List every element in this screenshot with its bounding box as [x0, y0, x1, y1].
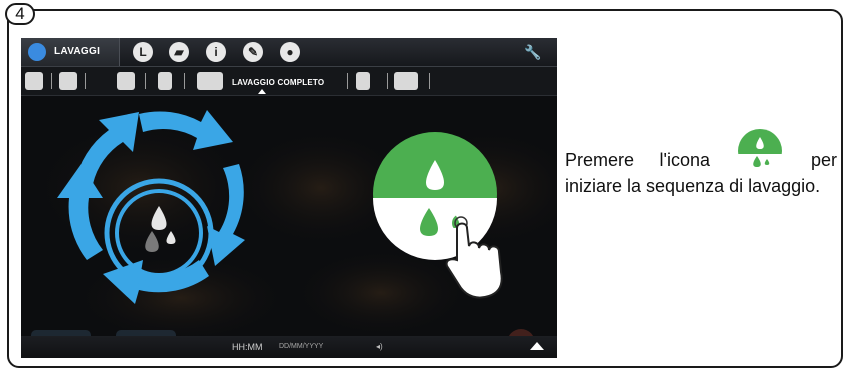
instruction-text: Premere l'icona per iniziare la sequenza…	[565, 128, 837, 198]
machine-screen: LAVAGGI L ▰ i ✎ ● 🔧 LAVAGGIO COMPLETO HH…	[21, 38, 557, 358]
wash-illustration	[57, 110, 503, 304]
step-number: 4	[5, 3, 35, 25]
clock-time: HH:MM	[232, 342, 263, 352]
up-arrow-icon[interactable]	[530, 342, 544, 350]
wash-start-icon	[737, 128, 783, 176]
instruction-part1: Premere l'icona	[565, 150, 710, 170]
status-bar: HH:MM DD/MM/YYYY ◂)	[21, 336, 557, 358]
start-wash-button[interactable]	[373, 132, 497, 260]
wash-drops-icon	[104, 178, 214, 288]
speaker-icon[interactable]: ◂)	[376, 342, 383, 351]
clock-date: DD/MM/YYYY	[279, 343, 324, 350]
